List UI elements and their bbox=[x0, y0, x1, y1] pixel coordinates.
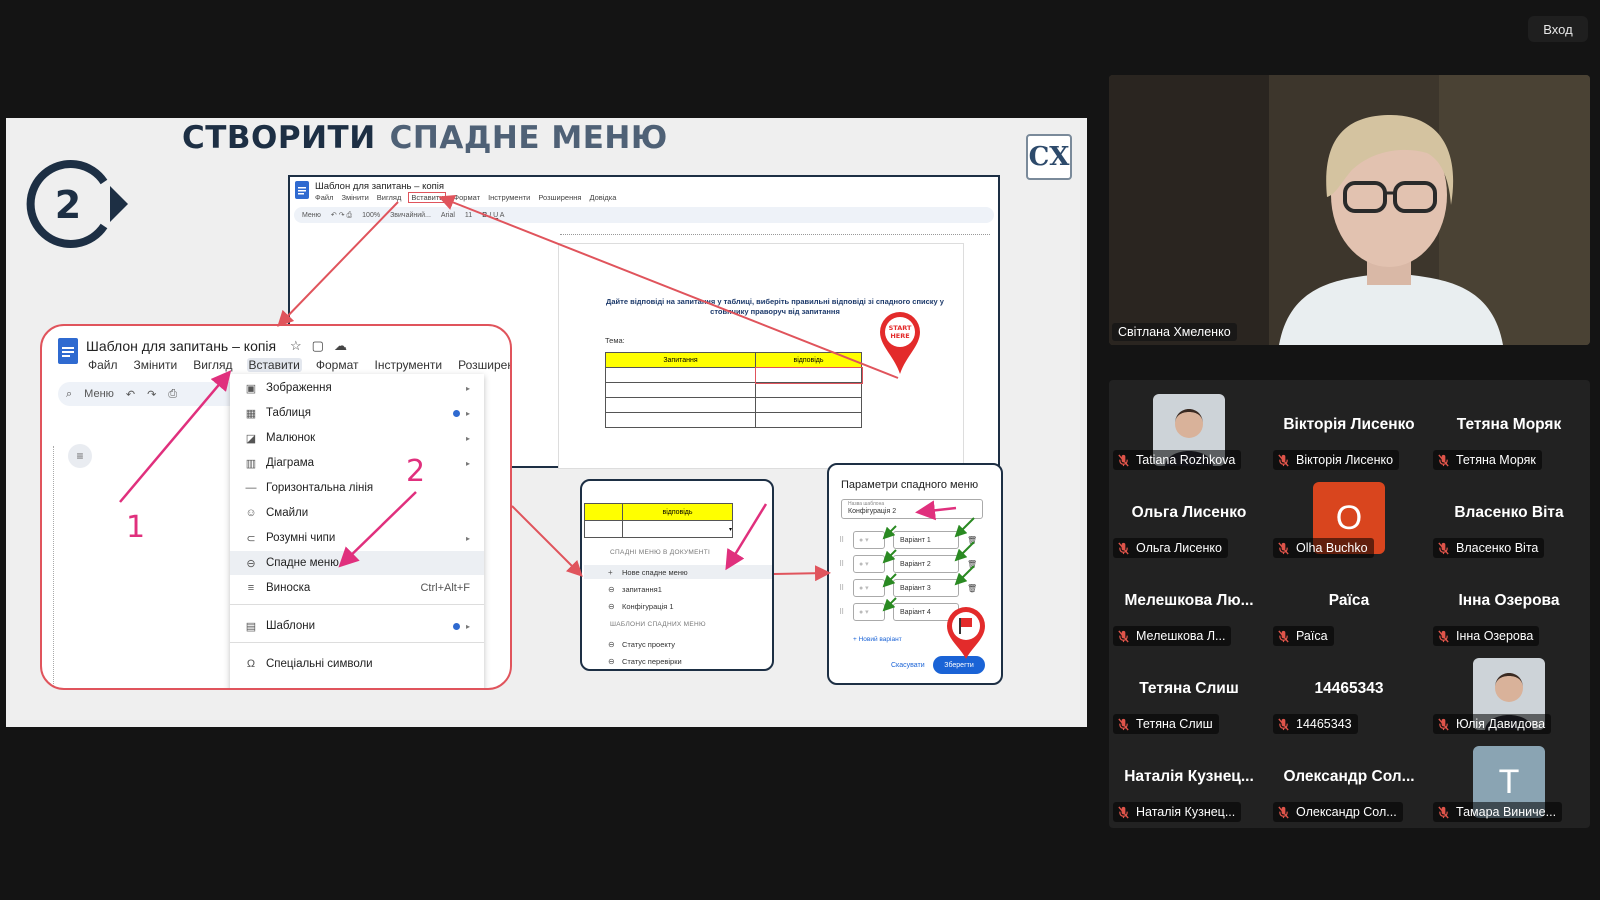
participant-name-label: Олександр Сол... bbox=[1273, 802, 1403, 822]
participant-tile[interactable]: Наталія Кузнец... Наталія Кузнец... bbox=[1109, 736, 1269, 826]
arrow bbox=[725, 503, 768, 571]
arrow bbox=[882, 597, 897, 612]
participant-name: Наталія Кузнец... bbox=[1136, 805, 1236, 819]
meeting-window: Вход СТВОРИТИ СПАДНЕ МЕНЮ 2 CX Шаблон для… bbox=[0, 0, 1600, 900]
participant-tile[interactable]: Тетяна Слиш Тетяна Слиш bbox=[1109, 648, 1269, 738]
participant-name: Юлія Давидова bbox=[1456, 717, 1546, 731]
participant-tile[interactable]: Власенко Віта Власенко Віта bbox=[1429, 472, 1589, 562]
shared-slide: СТВОРИТИ СПАДНЕ МЕНЮ 2 CX Шаблон для запи… bbox=[6, 118, 1087, 727]
participant-display-name: Вікторія Лисенко bbox=[1283, 416, 1415, 433]
participant-name: Вікторія Лисенко bbox=[1296, 453, 1394, 467]
participant-display-name: 14465343 bbox=[1314, 680, 1384, 697]
mic-muted-icon bbox=[1278, 541, 1289, 555]
participant-tile[interactable]: Олександр Сол... Олександр Сол... bbox=[1269, 736, 1429, 826]
mic-muted-icon bbox=[1438, 453, 1449, 467]
participant-name-label: Тамара Виниче... bbox=[1433, 802, 1563, 822]
participant-name-label: 14465343 bbox=[1273, 714, 1358, 734]
participant-display-name: Інна Озерова bbox=[1458, 592, 1560, 609]
participant-tile[interactable]: Вікторія Лисенко Вікторія Лисенко bbox=[1269, 384, 1429, 474]
arrow bbox=[773, 565, 831, 582]
participant-name-label: Ольга Лисенко bbox=[1113, 538, 1228, 558]
mic-muted-icon bbox=[1438, 629, 1449, 643]
participant-name-label: Наталія Кузнец... bbox=[1113, 802, 1242, 822]
mic-muted-icon bbox=[1278, 629, 1289, 643]
participant-name: Мелешкова Л... bbox=[1136, 629, 1226, 643]
participant-name-label: Юлія Давидова bbox=[1433, 714, 1552, 734]
participant-name-label: Мелешкова Л... bbox=[1113, 626, 1232, 646]
participant-tile[interactable]: Tatiana Rozhkova bbox=[1109, 384, 1269, 474]
mic-muted-icon bbox=[1438, 805, 1449, 819]
participant-name: Інна Озерова bbox=[1456, 629, 1534, 643]
participant-name-label: Olha Buchko bbox=[1273, 538, 1374, 558]
participant-name-label: Вікторія Лисенко bbox=[1273, 450, 1400, 470]
participant-tile[interactable]: 14465343 14465343 bbox=[1269, 648, 1429, 738]
arrow bbox=[438, 194, 899, 379]
arrow bbox=[338, 491, 417, 568]
arrow bbox=[277, 201, 399, 327]
arrow bbox=[954, 541, 975, 562]
participant-name: Ольга Лисенко bbox=[1136, 541, 1222, 555]
participant-display-name: Тетяна Слиш bbox=[1139, 680, 1239, 697]
participant-tile[interactable]: Юлія Давидова bbox=[1429, 648, 1589, 738]
mic-muted-icon bbox=[1118, 805, 1129, 819]
participant-display-name: Раїса bbox=[1328, 592, 1370, 609]
arrow bbox=[882, 549, 897, 564]
participant-name-label: Інна Озерова bbox=[1433, 626, 1540, 646]
participant-tile[interactable]: Інна Озерова Інна Озерова bbox=[1429, 560, 1589, 650]
mic-muted-icon bbox=[1118, 717, 1129, 731]
mic-muted-icon bbox=[1438, 717, 1449, 731]
participant-name-label: Раїса bbox=[1273, 626, 1334, 646]
participant-tile[interactable]: Ольга Лисенко Ольга Лисенко bbox=[1109, 472, 1269, 562]
speaker-video[interactable]: Світлана Хмеленко bbox=[1109, 75, 1590, 345]
participant-name: Тамара Виниче... bbox=[1456, 805, 1557, 819]
speaker-video-feed bbox=[1109, 75, 1590, 345]
mic-muted-icon bbox=[1118, 541, 1129, 555]
participant-tile[interactable]: O Olha Buchko bbox=[1269, 472, 1429, 562]
participant-tile[interactable]: T Тамара Виниче... bbox=[1429, 736, 1589, 826]
participant-tile[interactable]: Раїса Раїса bbox=[1269, 560, 1429, 650]
participant-display-name: Олександр Сол... bbox=[1283, 768, 1415, 785]
mic-muted-icon bbox=[1278, 453, 1289, 467]
mic-muted-icon bbox=[1438, 541, 1449, 555]
participant-name: Tatiana Rozhkova bbox=[1136, 453, 1236, 467]
arrow bbox=[511, 505, 583, 577]
arrow bbox=[882, 573, 897, 588]
participant-name-label: Tatiana Rozhkova bbox=[1113, 450, 1242, 470]
participant-name: Власенко Віта bbox=[1456, 541, 1539, 555]
participant-tile[interactable]: Тетяна Моряк Тетяна Моряк bbox=[1429, 384, 1589, 474]
participant-name: Тетяна Моряк bbox=[1456, 453, 1536, 467]
participant-name: Олександр Сол... bbox=[1296, 805, 1397, 819]
participant-tile[interactable]: Мелешкова Лю... Мелешкова Л... bbox=[1109, 560, 1269, 650]
participant-name-label: Власенко Віта bbox=[1433, 538, 1545, 558]
participant-name: Olha Buchko bbox=[1296, 541, 1368, 555]
participant-display-name: Мелешкова Лю... bbox=[1124, 592, 1254, 609]
participant-name-label: Тетяна Слиш bbox=[1113, 714, 1219, 734]
participant-display-name: Тетяна Моряк bbox=[1456, 416, 1562, 433]
speaker-name: Світлана Хмеленко bbox=[1112, 323, 1237, 341]
participant-name: Тетяна Слиш bbox=[1136, 717, 1213, 731]
mic-muted-icon bbox=[1278, 805, 1289, 819]
mic-muted-icon bbox=[1278, 717, 1289, 731]
arrow bbox=[119, 370, 232, 503]
arrow bbox=[954, 565, 975, 586]
arrow bbox=[915, 500, 957, 521]
arrow bbox=[882, 525, 897, 540]
participants-grid: Tatiana Rozhkova Вікторія Лисенко Вікторія… bbox=[1109, 380, 1590, 828]
participant-name: 14465343 bbox=[1296, 717, 1352, 731]
arrow bbox=[954, 517, 975, 538]
participant-name: Раїса bbox=[1296, 629, 1328, 643]
mic-muted-icon bbox=[1118, 629, 1129, 643]
annotation-arrows bbox=[119, 194, 975, 612]
participant-display-name: Наталія Кузнец... bbox=[1124, 768, 1254, 785]
enter-button[interactable]: Вход bbox=[1528, 16, 1588, 42]
participant-name-label: Тетяна Моряк bbox=[1433, 450, 1542, 470]
participant-display-name: Власенко Віта bbox=[1454, 504, 1564, 521]
mic-muted-icon bbox=[1118, 453, 1129, 467]
participant-display-name: Ольга Лисенко bbox=[1131, 504, 1247, 521]
